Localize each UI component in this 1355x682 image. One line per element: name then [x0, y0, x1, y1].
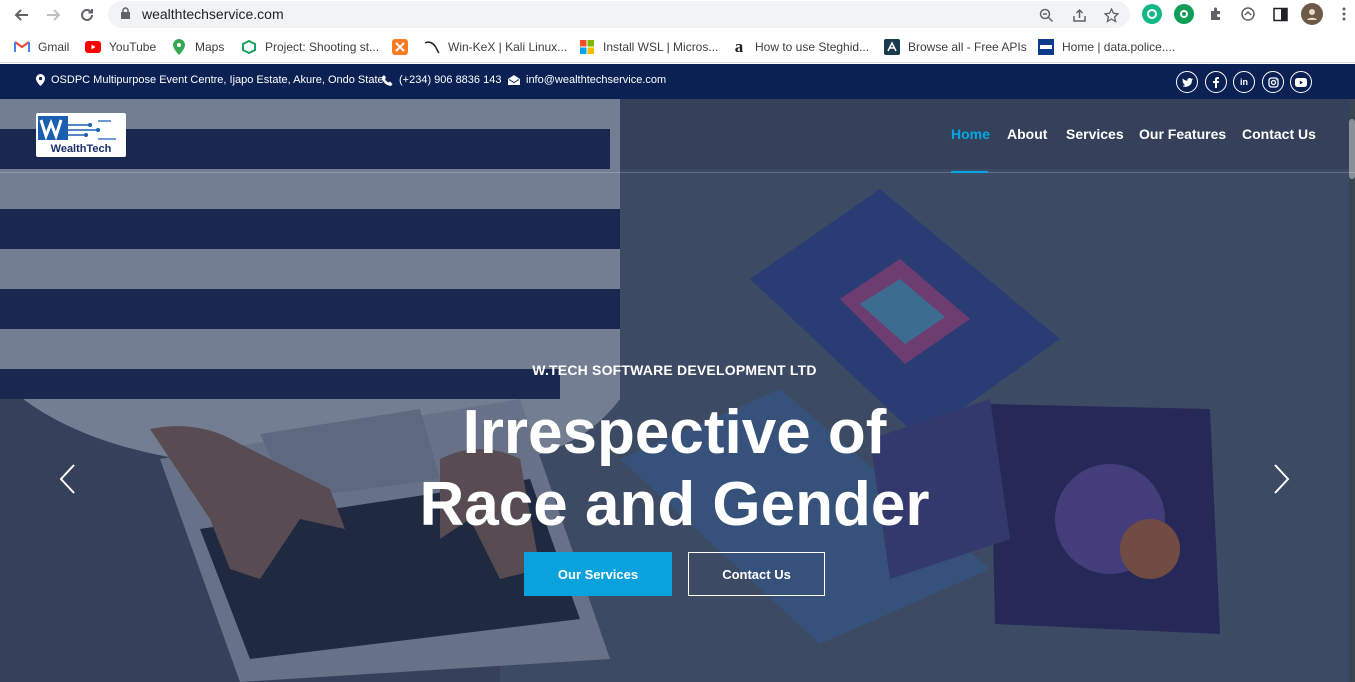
- bookmark-police[interactable]: Home | data.police....: [1038, 38, 1175, 56]
- hero-headline-line-1: Irrespective of: [462, 398, 887, 467]
- nav-services[interactable]: Services: [1066, 126, 1124, 142]
- url-text: wealthtechservice.com: [142, 6, 284, 22]
- bookmark-gmail[interactable]: Gmail: [14, 38, 69, 56]
- scrollbar-thumb[interactable]: [1349, 119, 1355, 179]
- extensions-puzzle-icon[interactable]: [1206, 4, 1226, 24]
- a-icon: a: [734, 37, 744, 56]
- bookmark-maps[interactable]: Maps: [171, 38, 224, 56]
- bookmark-freeapis[interactable]: Browse all - Free APIs: [884, 38, 1027, 56]
- back-icon[interactable]: [9, 3, 33, 27]
- youtube-icon: [85, 39, 101, 55]
- side-panel-icon[interactable]: [1270, 4, 1290, 24]
- envelope-icon: [508, 75, 520, 85]
- lock-icon: [120, 7, 131, 25]
- our-services-button[interactable]: Our Services: [524, 552, 672, 596]
- bookmark-wsl[interactable]: Install WSL | Micros...: [579, 38, 718, 56]
- twitter-icon[interactable]: [1176, 71, 1198, 93]
- slider-prev-arrow-icon[interactable]: [52, 459, 82, 499]
- phone-info[interactable]: (+234) 906 8836 143: [382, 74, 501, 86]
- nav-contact-us[interactable]: Contact Us: [1242, 126, 1316, 142]
- kali-icon: [424, 39, 440, 55]
- slider-next-arrow-icon[interactable]: [1267, 459, 1297, 499]
- phone-icon: [382, 74, 393, 86]
- instagram-icon[interactable]: [1262, 71, 1284, 93]
- linkedin-icon[interactable]: in: [1233, 71, 1255, 93]
- project-icon: [241, 39, 257, 55]
- nav-our-features[interactable]: Our Features: [1139, 126, 1226, 142]
- web-page: OSDPC Multipurpose Event Centre, Ijapo E…: [0, 64, 1355, 682]
- bookmarks-bar: Gmail YouTube Maps Project: Shooting st.…: [0, 30, 1355, 63]
- address-bar[interactable]: wealthtechservice.com: [108, 1, 1130, 28]
- bookmark-project[interactable]: Project: Shooting st...: [241, 38, 379, 56]
- microsoft-icon: [579, 39, 595, 55]
- page-scrollbar[interactable]: [1349, 99, 1355, 682]
- reload-icon[interactable]: [75, 3, 99, 27]
- police-icon: [1038, 39, 1054, 55]
- address-text: OSDPC Multipurpose Event Centre, Ijapo E…: [51, 74, 387, 86]
- youtube-social-icon[interactable]: [1290, 71, 1312, 93]
- extension-grammarly-icon[interactable]: [1142, 4, 1162, 24]
- logo-text: WealthTech: [50, 143, 112, 155]
- hero-subtitle: W.TECH SOFTWARE DEVELOPMENT LTD: [532, 362, 817, 378]
- hero-headline-line-2: Race and Gender: [419, 470, 930, 539]
- zoom-icon[interactable]: [1037, 6, 1055, 24]
- nav-home[interactable]: Home: [951, 126, 990, 142]
- extension-green-icon[interactable]: [1174, 4, 1194, 24]
- gmail-icon: [14, 39, 30, 55]
- bookmark-youtube[interactable]: YouTube: [85, 38, 156, 56]
- address-info: OSDPC Multipurpose Event Centre, Ijapo E…: [36, 74, 387, 86]
- email-info[interactable]: info@wealthtechservice.com: [508, 74, 666, 86]
- contact-topbar: OSDPC Multipurpose Event Centre, Ijapo E…: [0, 64, 1355, 99]
- profile-avatar-icon[interactable]: [1301, 3, 1323, 25]
- facebook-icon[interactable]: [1205, 71, 1227, 93]
- email-text: info@wealthtechservice.com: [526, 74, 667, 86]
- api-icon: [884, 39, 900, 55]
- contact-us-button[interactable]: Contact Us: [688, 552, 825, 596]
- xampp-icon: [392, 39, 408, 55]
- bookmark-star-icon[interactable]: [1102, 6, 1120, 24]
- site-logo[interactable]: WealthTech: [36, 113, 126, 157]
- bookmark-kali[interactable]: Win-KeX | Kali Linux...: [424, 38, 567, 56]
- maps-icon: [171, 39, 187, 55]
- hero-headline: Irrespective of Race and Gender: [0, 397, 1349, 541]
- header-divider: [0, 172, 1355, 173]
- menu-kebab-icon[interactable]: [1334, 4, 1354, 24]
- phone-text: (+234) 906 8836 143: [399, 74, 502, 86]
- hero-overlay: [0, 99, 1355, 682]
- nav-active-indicator: [951, 171, 988, 173]
- forward-icon[interactable]: [42, 3, 66, 27]
- nav-about[interactable]: About: [1007, 126, 1047, 142]
- browser-toolbar: wealthtechservice.com: [0, 0, 1355, 30]
- sync-icon[interactable]: [1238, 4, 1258, 24]
- location-pin-icon: [36, 74, 45, 86]
- share-icon[interactable]: [1070, 6, 1088, 24]
- bookmark-xampp[interactable]: [392, 38, 416, 56]
- hero-slider: WealthTech Home About Services Our Featu…: [0, 99, 1355, 682]
- bookmark-steghide[interactable]: a How to use Steghid...: [731, 37, 869, 56]
